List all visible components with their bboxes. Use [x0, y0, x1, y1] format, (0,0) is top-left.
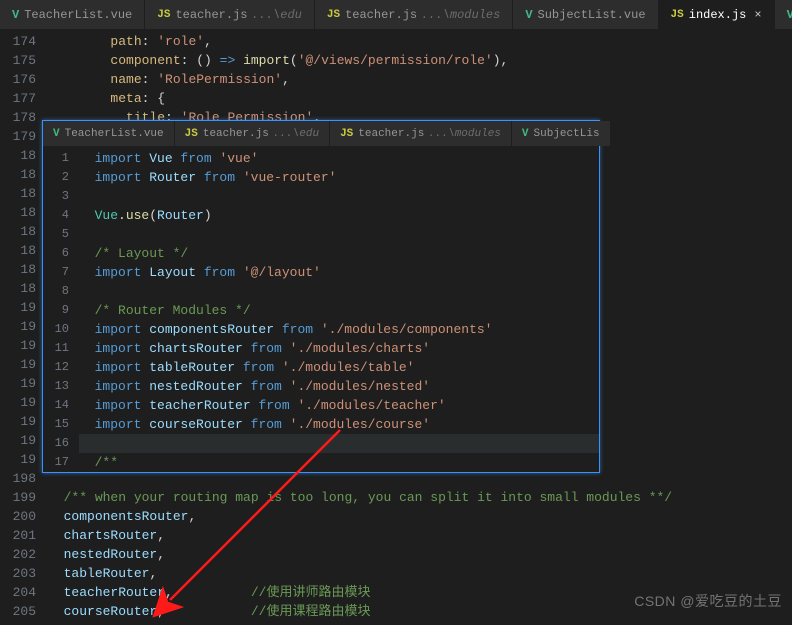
tab-teacher-js[interactable]: JS teacher.js ...\modules — [315, 0, 513, 29]
tab-subpath: ...\modules — [428, 128, 501, 140]
tab-teacher-js[interactable]: JS teacher.js ...\edu — [145, 0, 315, 29]
code-line[interactable]: import componentsRouter from './modules/… — [79, 320, 599, 339]
inset-editor-panel: V TeacherList.vue JS teacher.js ...\edu JS te… — [42, 120, 600, 473]
code-line[interactable]: import nestedRouter from './modules/nest… — [79, 377, 599, 396]
tab-label: teacher.js — [358, 128, 424, 140]
code-line[interactable]: /** — [79, 453, 599, 472]
js-icon: JS — [340, 128, 353, 140]
code-line[interactable]: import Router from 'vue-router' — [79, 168, 599, 187]
tab-label: teacher.js — [203, 128, 269, 140]
tab-label: SubjectList.vue — [538, 8, 646, 22]
js-icon: JS — [327, 9, 340, 21]
js-icon: JS — [185, 128, 198, 140]
vue-icon: V — [787, 8, 792, 22]
tab-teacher-js[interactable]: JS teacher.js ...\modules — [330, 121, 512, 146]
vue-icon: V — [525, 8, 532, 22]
code-line[interactable] — [79, 434, 599, 453]
close-icon[interactable]: × — [754, 8, 761, 22]
code-line[interactable]: import courseRouter from './modules/cour… — [79, 415, 599, 434]
code-line[interactable]: import tableRouter from './modules/table… — [79, 358, 599, 377]
code-area[interactable]: import Vue from 'vue' import Router from… — [79, 147, 599, 472]
tab-teacherlist-vue[interactable]: V TeacherList.vue — [0, 0, 145, 29]
watermark: CSDN @爱吃豆的土豆 — [634, 591, 782, 611]
vue-icon: V — [12, 8, 19, 22]
gutter: 1234567891011121314151617 — [43, 147, 79, 472]
code-line[interactable] — [79, 225, 599, 244]
js-icon: JS — [671, 9, 684, 21]
code-line[interactable] — [79, 282, 599, 301]
tab-subpath: ...\modules — [421, 8, 500, 22]
tab-subjectlis[interactable]: V SubjectLis — [512, 121, 611, 146]
tab-ind[interactable]: Vind — [775, 0, 792, 29]
tab-teacher-js[interactable]: JS teacher.js ...\edu — [175, 121, 330, 146]
code-line[interactable]: /* Layout */ — [79, 244, 599, 263]
tab-subpath: ...\edu — [273, 128, 319, 140]
tab-subjectlist-vue[interactable]: V SubjectList.vue — [513, 0, 658, 29]
inset-tab-bar: V TeacherList.vue JS teacher.js ...\edu JS te… — [43, 121, 599, 147]
tab-teacherlist-vue[interactable]: V TeacherList.vue — [43, 121, 175, 146]
code-line[interactable]: import Vue from 'vue' — [79, 149, 599, 168]
tab-label: TeacherList.vue — [65, 128, 164, 140]
tab-index-js[interactable]: JS index.js × — [659, 0, 775, 29]
gutter: 1741751761771781791818181818181818191919… — [0, 30, 48, 621]
code-line[interactable]: /* Router Modules */ — [79, 301, 599, 320]
top-tab-bar: V TeacherList.vue JS teacher.js ...\edu JS te… — [0, 0, 792, 30]
tab-label: SubjectLis — [534, 128, 600, 140]
tab-label: TeacherList.vue — [24, 8, 132, 22]
code-line[interactable]: import Layout from '@/layout' — [79, 263, 599, 282]
vue-icon: V — [522, 128, 529, 140]
vue-icon: V — [53, 128, 60, 140]
tab-label: teacher.js — [175, 8, 247, 22]
code-line[interactable] — [79, 187, 599, 206]
tab-subpath: ...\edu — [251, 8, 301, 22]
code-line[interactable]: import teacherRouter from './modules/tea… — [79, 396, 599, 415]
code-line[interactable]: import chartsRouter from './modules/char… — [79, 339, 599, 358]
tab-label: index.js — [689, 8, 747, 22]
js-icon: JS — [157, 9, 170, 21]
tab-label: teacher.js — [345, 8, 417, 22]
code-line[interactable]: Vue.use(Router) — [79, 206, 599, 225]
